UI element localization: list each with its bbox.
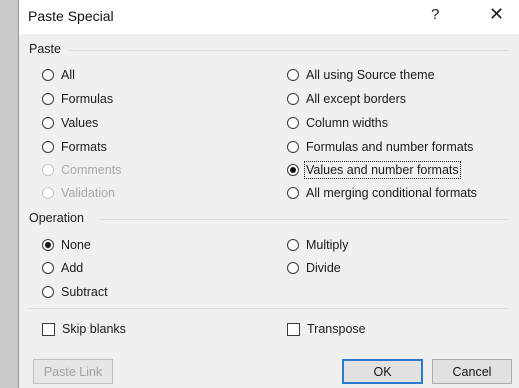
checkbox-label: Skip blanks bbox=[62, 322, 126, 336]
operation-option-add[interactable]: Add bbox=[42, 259, 83, 277]
paste-option-formulas-and-number-formats[interactable]: Formulas and number formats bbox=[287, 138, 473, 156]
radio-icon bbox=[42, 164, 54, 176]
ok-button[interactable]: OK bbox=[342, 359, 423, 384]
option-label: Add bbox=[61, 261, 84, 275]
radio-icon bbox=[287, 239, 299, 251]
radio-icon bbox=[42, 69, 54, 81]
radio-icon bbox=[42, 93, 54, 105]
help-icon[interactable]: ? bbox=[431, 6, 439, 23]
paste-option-all-using-source-theme[interactable]: All using Source theme bbox=[287, 66, 435, 84]
close-icon[interactable]: ✕ bbox=[489, 4, 504, 25]
checkbox-icon bbox=[287, 322, 300, 336]
paste-option-formulas[interactable]: Formulas bbox=[42, 90, 113, 108]
paste-option-all[interactable]: All bbox=[42, 66, 75, 84]
radio-icon bbox=[287, 117, 299, 129]
paste-group-label: Paste bbox=[29, 42, 61, 56]
transpose-checkbox[interactable]: Transpose bbox=[287, 320, 366, 338]
title-bar: Paste Special ? ✕ bbox=[19, 0, 519, 34]
paste-special-dialog: Paste Special ? ✕ Paste All Formulas Val… bbox=[18, 0, 519, 388]
radio-icon bbox=[42, 262, 54, 274]
option-label: All except borders bbox=[306, 92, 407, 106]
radio-icon bbox=[42, 141, 54, 153]
paste-option-all-merging-conditional-formats[interactable]: All merging conditional formats bbox=[287, 184, 477, 202]
option-label: All merging conditional formats bbox=[306, 186, 477, 200]
radio-icon bbox=[42, 286, 54, 298]
checkbox-icon bbox=[42, 322, 55, 336]
radio-icon bbox=[42, 117, 54, 129]
radio-icon bbox=[287, 187, 299, 199]
paste-option-values-and-number-formats[interactable]: Values and number formats bbox=[287, 161, 461, 179]
radio-icon bbox=[287, 141, 299, 153]
option-label: None bbox=[61, 238, 91, 252]
operation-option-multiply[interactable]: Multiply bbox=[287, 236, 348, 254]
operation-group-separator bbox=[99, 219, 509, 220]
paste-option-comments: Comments bbox=[42, 161, 121, 179]
option-label: Multiply bbox=[306, 238, 349, 252]
option-label: All bbox=[61, 68, 75, 82]
radio-icon bbox=[287, 69, 299, 81]
paste-option-all-except-borders[interactable]: All except borders bbox=[287, 90, 406, 108]
paste-option-column-widths[interactable]: Column widths bbox=[287, 114, 388, 132]
radio-checked-icon bbox=[287, 164, 299, 176]
radio-icon bbox=[287, 262, 299, 274]
option-label: Column widths bbox=[306, 116, 388, 130]
option-label: Formulas bbox=[61, 92, 114, 106]
radio-icon bbox=[287, 93, 299, 105]
option-label: Formats bbox=[61, 140, 107, 154]
paste-group-separator bbox=[69, 50, 509, 51]
paste-option-values[interactable]: Values bbox=[42, 114, 98, 132]
operation-option-subtract[interactable]: Subtract bbox=[42, 283, 108, 301]
option-label: Validation bbox=[61, 186, 115, 200]
cancel-button[interactable]: Cancel bbox=[432, 359, 512, 384]
option-label: Comments bbox=[61, 163, 122, 177]
options-separator bbox=[29, 308, 509, 309]
option-label: Values bbox=[61, 116, 99, 130]
checkbox-label: Transpose bbox=[307, 322, 366, 336]
operation-option-none[interactable]: None bbox=[42, 236, 91, 254]
option-label: All using Source theme bbox=[306, 68, 435, 82]
paste-link-button: Paste Link bbox=[33, 359, 113, 384]
operation-option-divide[interactable]: Divide bbox=[287, 259, 341, 277]
option-label: Subtract bbox=[61, 285, 108, 299]
radio-checked-icon bbox=[42, 239, 54, 251]
option-label: Values and number formats bbox=[304, 161, 461, 179]
paste-option-formats[interactable]: Formats bbox=[42, 138, 107, 156]
operation-group-label: Operation bbox=[29, 211, 84, 225]
dialog-title: Paste Special bbox=[28, 8, 114, 24]
paste-option-validation: Validation bbox=[42, 184, 115, 202]
skip-blanks-checkbox[interactable]: Skip blanks bbox=[42, 320, 126, 338]
option-label: Divide bbox=[306, 261, 341, 275]
option-label: Formulas and number formats bbox=[306, 140, 474, 154]
radio-icon bbox=[42, 187, 54, 199]
